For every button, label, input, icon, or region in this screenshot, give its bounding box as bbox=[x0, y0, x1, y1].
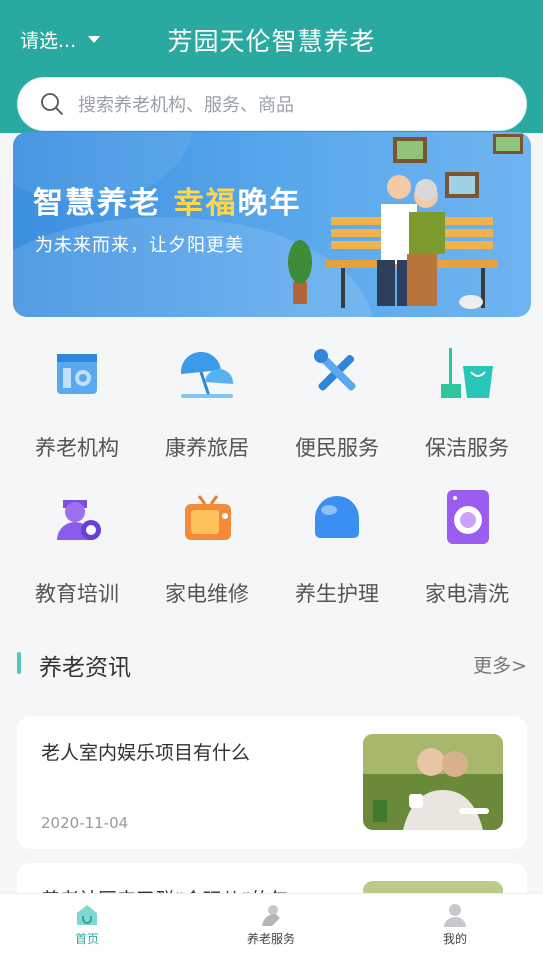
news-section-title: 养老资讯 bbox=[39, 655, 131, 681]
home-icon bbox=[77, 905, 97, 925]
search-bar[interactable]: 搜索养老机构、服务、商品 bbox=[17, 77, 527, 131]
search-icon bbox=[41, 93, 63, 115]
care-bubble-icon bbox=[305, 486, 369, 550]
service-appliance-repair[interactable]: 家电维修 bbox=[142, 486, 272, 608]
banner-subtitle: 为未来而来，让夕阳更美 bbox=[35, 235, 244, 256]
elderly-couple-illustration bbox=[288, 134, 523, 309]
news-more-link[interactable]: 更多> bbox=[473, 651, 527, 678]
service-education[interactable]: 教育培训 bbox=[12, 486, 142, 608]
tab-home[interactable]: 首页 bbox=[27, 902, 147, 947]
umbrella-beach-icon bbox=[175, 340, 239, 404]
service-convenience[interactable]: 便民服务 bbox=[272, 340, 402, 462]
service-eldercare-institution[interactable]: 养老机构 bbox=[12, 340, 142, 462]
search-input[interactable]: 搜索养老机构、服务、商品 bbox=[78, 91, 294, 117]
tab-label: 我的 bbox=[442, 932, 467, 946]
app-header: 请选... 芳园天伦智慧养老 搜索养老机构、服务、商品 bbox=[0, 0, 543, 133]
banner-title: 智慧养老 幸福晚年 bbox=[33, 186, 302, 221]
tools-icon bbox=[305, 340, 369, 404]
news-item-date: 2020-11-04 bbox=[41, 814, 129, 832]
tv-repair-icon bbox=[175, 486, 239, 550]
profile-icon bbox=[444, 904, 466, 927]
building-icon bbox=[45, 340, 109, 404]
news-item[interactable]: 老人室内娱乐项目有什么 2020-11-04 bbox=[17, 716, 527, 849]
service-appliance-cleaning[interactable]: 家电清洗 bbox=[402, 486, 532, 608]
news-item-thumbnail bbox=[363, 734, 503, 830]
service-cleaning[interactable]: 保洁服务 bbox=[402, 340, 532, 462]
teacher-icon bbox=[45, 486, 109, 550]
tab-label: 首页 bbox=[74, 932, 99, 946]
service-wellness-travel[interactable]: 康养旅居 bbox=[142, 340, 272, 462]
news-section-header: 养老资讯 更多> bbox=[17, 648, 527, 681]
tab-profile[interactable]: 我的 bbox=[395, 902, 515, 947]
promo-banner[interactable]: 智慧养老 幸福晚年 为未来而来，让夕阳更美 bbox=[13, 132, 531, 317]
app-title: 芳园天伦智慧养老 bbox=[167, 27, 376, 56]
service-icon bbox=[262, 905, 280, 926]
washer-icon bbox=[435, 486, 499, 550]
tab-label: 养老服务 bbox=[246, 932, 295, 946]
section-accent-bar bbox=[17, 652, 21, 674]
service-health-care[interactable]: 养生护理 bbox=[272, 486, 402, 608]
broom-bucket-icon bbox=[435, 340, 499, 404]
bottom-tab-bar: 首页 养老服务 我的 bbox=[0, 893, 543, 953]
news-item-title: 老人室内娱乐项目有什么 bbox=[41, 742, 251, 764]
tab-eldercare-service[interactable]: 养老服务 bbox=[211, 902, 331, 947]
